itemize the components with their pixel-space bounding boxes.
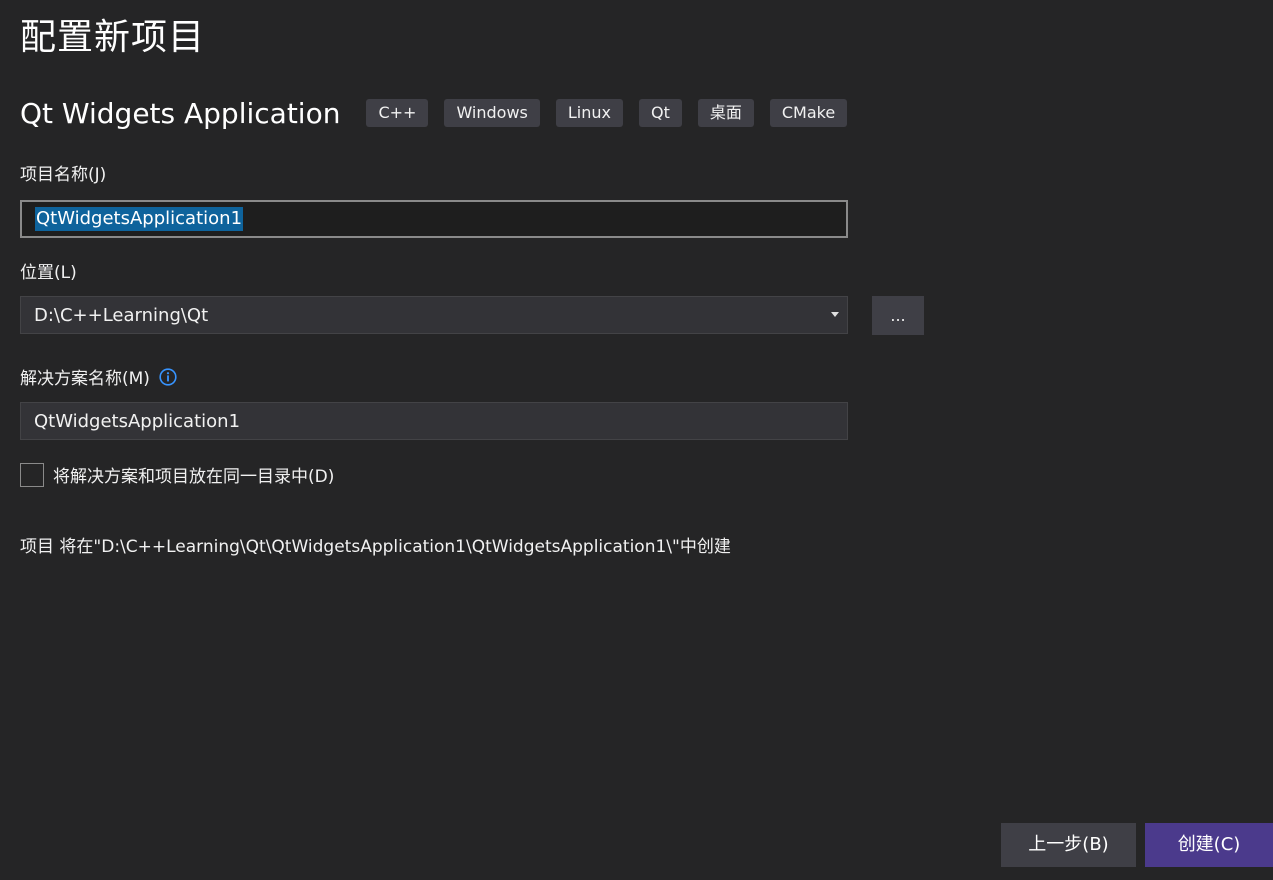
same-directory-label: 将解决方案和项目放在同一目录中(D)	[53, 467, 335, 487]
solution-name-label: 解决方案名称(M)	[20, 369, 150, 389]
template-header: Qt Widgets Application C++ Windows Linux…	[20, 94, 863, 132]
project-name-input[interactable]: QtWidgetsApplication1	[20, 200, 848, 238]
same-directory-checkbox[interactable]	[20, 462, 44, 487]
tag-desktop: 桌面	[697, 99, 754, 127]
project-name-value: QtWidgetsApplication1	[35, 207, 244, 231]
tag-cmake: CMake	[769, 99, 848, 127]
tag-linux: Linux	[555, 99, 623, 127]
tag-qt: Qt	[638, 99, 682, 127]
project-path-info: 项目 将在"D:\C++Learning\Qt\QtWidgetsApplica…	[20, 537, 731, 557]
tag-cpp: C++	[366, 99, 429, 127]
tag-windows: Windows	[444, 99, 540, 127]
page-title: 配置新项目	[20, 17, 206, 58]
create-button[interactable]: 创建(C)	[1145, 823, 1273, 867]
location-value: D:\C++Learning\Qt	[34, 304, 209, 326]
template-name: Qt Widgets Application	[20, 96, 341, 130]
back-button[interactable]: 上一步(B)	[1001, 823, 1136, 867]
solution-name-label-row: 解决方案名称(M)	[20, 364, 177, 389]
solution-name-value: QtWidgetsApplication1	[34, 410, 241, 432]
dropdown-arrow-icon[interactable]	[831, 312, 839, 317]
same-directory-option[interactable]: 将解决方案和项目放在同一目录中(D)	[20, 462, 334, 487]
project-name-label: 项目名称(J)	[20, 165, 107, 185]
configure-project-page: 配置新项目 Qt Widgets Application C++ Windows…	[0, 0, 1273, 880]
browse-button[interactable]: ...	[872, 296, 924, 335]
solution-name-input[interactable]: QtWidgetsApplication1	[20, 402, 848, 440]
location-combobox[interactable]: D:\C++Learning\Qt	[20, 296, 848, 334]
info-icon[interactable]	[159, 367, 177, 386]
location-label: 位置(L)	[20, 263, 77, 283]
